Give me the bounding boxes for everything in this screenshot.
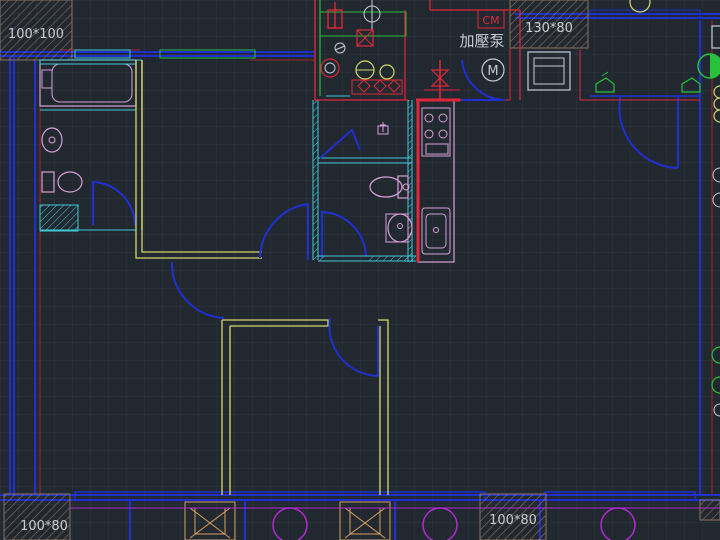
column-top-left: 100*100	[0, 0, 73, 61]
cad-floor-plan: 100*100 130*80 100*80 100*80 M 加壓泵 CM	[0, 0, 720, 540]
column-top-right: 130*80	[509, 0, 589, 49]
pump-label: 加壓泵	[459, 32, 504, 50]
floor-plan-drawing: 100*100 130*80 100*80 100*80 M 加壓泵 CM	[0, 0, 720, 540]
column-label-bl: 100*80	[20, 519, 68, 534]
column-bottom-right	[699, 499, 720, 521]
column-label-tl: 100*100	[8, 27, 64, 42]
column-label-bm: 100*80	[489, 513, 537, 528]
cm-label: CM	[482, 14, 499, 27]
background-grid	[0, 0, 720, 540]
column-label-tr: 130*80	[525, 21, 573, 36]
meter-label: M	[487, 64, 498, 79]
column-bottom-left: 100*80	[3, 493, 71, 540]
column-bottom-middle: 100*80	[479, 493, 547, 540]
